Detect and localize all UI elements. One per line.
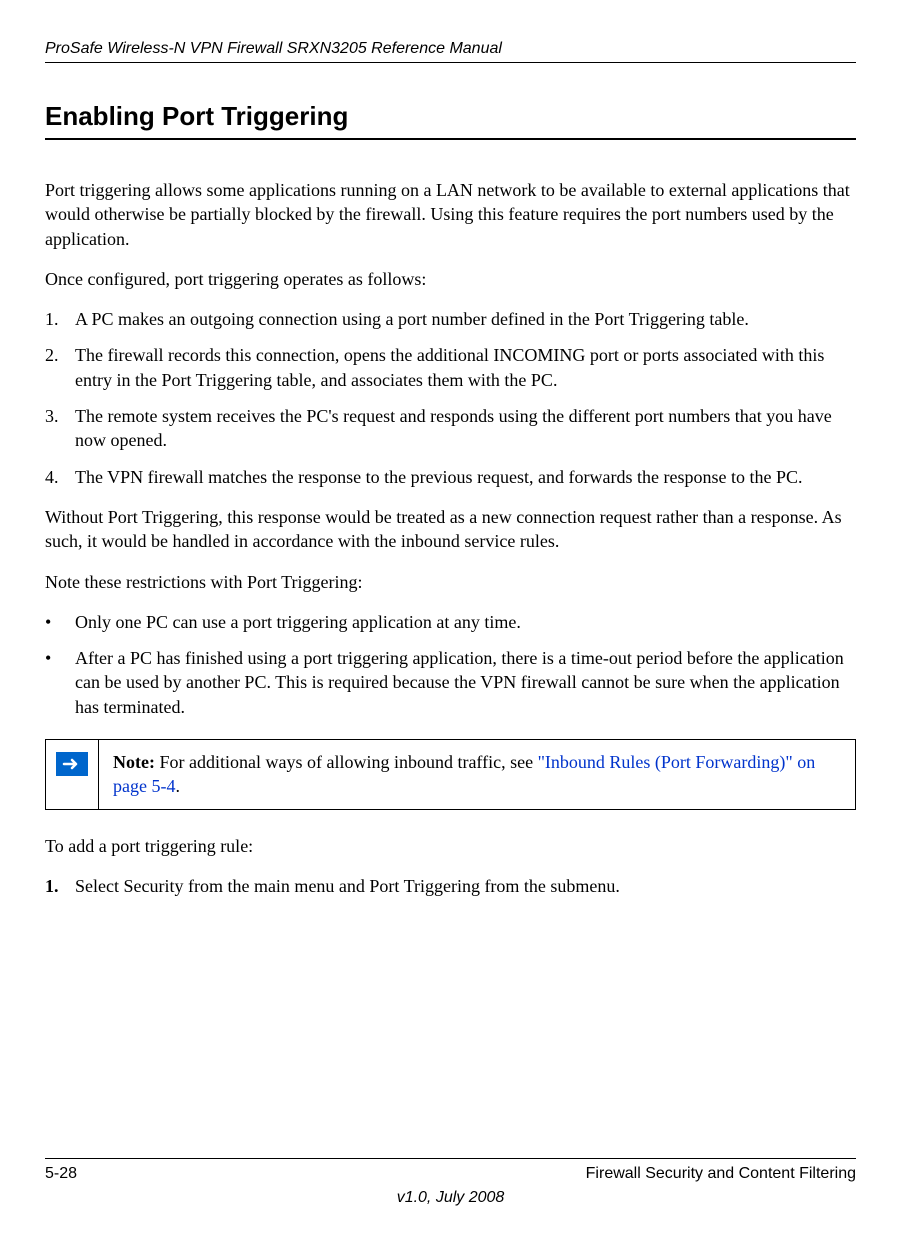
restrictions-list: • Only one PC can use a port triggering … <box>45 610 856 719</box>
arrow-icon <box>56 752 88 776</box>
paragraph-restrictions: Note these restrictions with Port Trigge… <box>45 570 856 594</box>
list-number: 3. <box>45 404 75 453</box>
bullet-marker: • <box>45 610 75 634</box>
steps-list: 1. Select Security from the main menu an… <box>45 874 856 898</box>
list-number: 1. <box>45 307 75 331</box>
list-item: 1. Select Security from the main menu an… <box>45 874 856 898</box>
page-number: 5-28 <box>45 1165 77 1183</box>
section-name: Firewall Security and Content Filtering <box>586 1165 856 1183</box>
list-item: 2. The firewall records this connection,… <box>45 343 856 392</box>
list-item: 3. The remote system receives the PC's r… <box>45 404 856 453</box>
paragraph-intro: Port triggering allows some applications… <box>45 178 856 251</box>
footer-version: v1.0, July 2008 <box>45 1189 856 1207</box>
note-content: Note: For additional ways of allowing in… <box>99 740 855 809</box>
list-item: • Only one PC can use a port triggering … <box>45 610 856 634</box>
list-item: 4. The VPN firewall matches the response… <box>45 465 856 489</box>
section-heading: Enabling Port Triggering <box>45 101 856 132</box>
footer: 5-28 Firewall Security and Content Filte… <box>45 1158 856 1207</box>
list-number: 4. <box>45 465 75 489</box>
header-title: ProSafe Wireless-N VPN Firewall SRXN3205… <box>45 40 856 58</box>
note-text-before: For additional ways of allowing inbound … <box>155 752 538 772</box>
paragraph-without: Without Port Triggering, this response w… <box>45 505 856 554</box>
step-content: Select Security from the main menu and P… <box>75 874 856 898</box>
footer-line1: 5-28 Firewall Security and Content Filte… <box>45 1165 856 1183</box>
step-number: 1. <box>45 874 75 898</box>
bullet-marker: • <box>45 646 75 719</box>
list-content: After a PC has finished using a port tri… <box>75 646 856 719</box>
paragraph-operation: Once configured, port triggering operate… <box>45 267 856 291</box>
list-content: The firewall records this connection, op… <box>75 343 856 392</box>
note-box: Note: For additional ways of allowing in… <box>45 739 856 810</box>
header-rule <box>45 62 856 63</box>
list-item: 1. A PC makes an outgoing connection usi… <box>45 307 856 331</box>
note-text-after: . <box>175 776 180 796</box>
list-item: • After a PC has finished using a port t… <box>45 646 856 719</box>
operation-list: 1. A PC makes an outgoing connection usi… <box>45 307 856 489</box>
paragraph-to-add: To add a port triggering rule: <box>45 834 856 858</box>
list-content: The remote system receives the PC's requ… <box>75 404 856 453</box>
list-number: 2. <box>45 343 75 392</box>
section-rule <box>45 138 856 140</box>
list-content: Only one PC can use a port triggering ap… <box>75 610 856 634</box>
note-label: Note: <box>113 752 155 772</box>
note-icon-cell <box>46 740 99 809</box>
list-content: The VPN firewall matches the response to… <box>75 465 856 489</box>
footer-rule <box>45 1158 856 1159</box>
list-content: A PC makes an outgoing connection using … <box>75 307 856 331</box>
